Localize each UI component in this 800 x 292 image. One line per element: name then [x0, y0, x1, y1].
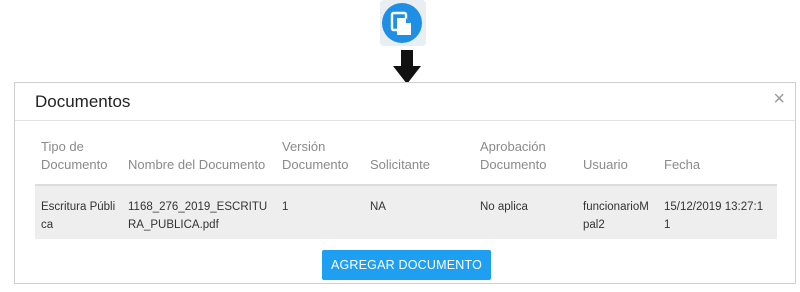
cell-nombre: 1168_276_2019_ESCRITU RA_PUBLICA.pdf [128, 201, 268, 231]
header-aprobacion-documento: Aprobación Documento [480, 138, 576, 174]
cell-version: 1 [282, 201, 289, 213]
cell-fecha: 15/12/2019 13:27:1 1 [664, 201, 764, 231]
cell-aprobacion: No aplica [480, 201, 528, 213]
documents-modal: Documentos × Tipo de Documento Nombre de… [14, 82, 796, 284]
add-document-button[interactable]: AGREGAR DOCUMENTO [322, 250, 491, 280]
document-icon-container [380, 0, 426, 46]
header-nombre-documento: Nombre del Documento [128, 157, 266, 172]
header-usuario: Usuario [583, 157, 628, 172]
header-solicitante: Solicitante [370, 157, 430, 172]
cell-usuario: funcionarioM pal2 [583, 201, 649, 231]
modal-divider [15, 120, 795, 121]
close-icon[interactable]: × [773, 89, 785, 109]
header-fecha: Fecha [664, 157, 701, 172]
header-version-documento-text: Versión Documento [282, 139, 349, 172]
cell-tipo: Escritura Públi ca [41, 201, 116, 231]
header-version-documento: Versión Documento [282, 138, 362, 174]
cell-solicitante: NA [370, 201, 386, 213]
documents-table: Tipo de Documento Nombre del Documento V… [35, 133, 777, 239]
document-copy-icon[interactable] [382, 3, 422, 43]
header-tipo-documento-text: Tipo de Documento [41, 139, 108, 172]
header-tipo-documento: Tipo de Documento [41, 138, 129, 174]
table-row[interactable]: Escritura Públi ca 1168_276_2019_ESCRITU… [35, 186, 777, 239]
arrow-down-icon [393, 50, 421, 84]
table-header: Tipo de Documento Nombre del Documento V… [35, 133, 777, 186]
header-aprobacion-documento-text: Aprobación Documento [480, 139, 547, 172]
modal-title: Documentos [35, 92, 131, 111]
